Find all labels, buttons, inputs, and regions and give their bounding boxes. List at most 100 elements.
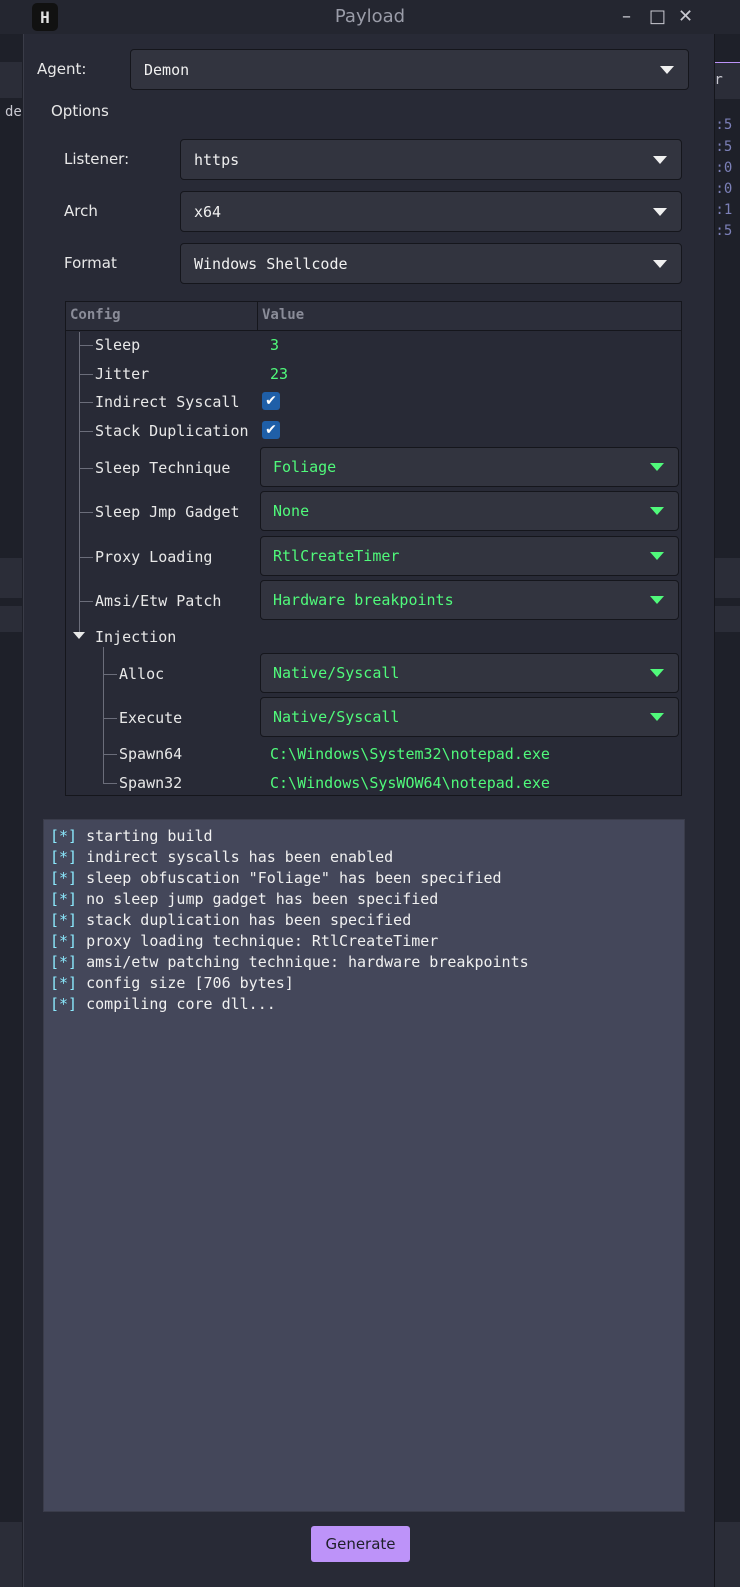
sleep-jmp-gadget-key: Sleep Jmp Gadget xyxy=(95,503,240,521)
maximize-icon[interactable]: □ xyxy=(649,6,666,27)
sleep-technique-key: Sleep Technique xyxy=(95,459,231,477)
tree-guide-line xyxy=(79,468,93,469)
background-panel-left xyxy=(0,1522,22,1587)
background-tab-left xyxy=(0,62,22,98)
log-line: [*] proxy loading technique: RtlCreateTi… xyxy=(50,931,684,952)
spawn64-key: Spawn64 xyxy=(119,745,183,763)
background-panel-left xyxy=(0,558,22,598)
sleep-technique-select[interactable]: Foliage xyxy=(260,447,679,487)
alloc-select[interactable]: Native/Syscall xyxy=(260,653,679,693)
format-label: Format xyxy=(64,254,117,272)
log-message: config size [706 bytes] xyxy=(86,974,294,992)
log-line: [*] compiling core dll... xyxy=(50,994,684,1015)
spawn32-value[interactable]: C:\Windows\SysWOW64\notepad.exe xyxy=(270,774,550,792)
format-select[interactable]: Windows Shellcode xyxy=(180,243,682,284)
tree-guide-line xyxy=(103,647,104,784)
log-tag: [*] xyxy=(50,995,78,1013)
log-line: [*] starting build xyxy=(50,826,684,847)
format-value: Windows Shellcode xyxy=(194,254,348,273)
proxy-loading-select[interactable]: RtlCreateTimer xyxy=(260,536,679,576)
listener-value: https xyxy=(194,150,240,169)
log-tag: [*] xyxy=(50,827,78,845)
tree-guide-line xyxy=(79,374,93,375)
jitter-value[interactable]: 23 xyxy=(270,365,288,383)
execute-key: Execute xyxy=(119,709,183,727)
log-line: [*] sleep obfuscation "Foliage" has been… xyxy=(50,868,684,889)
log-line: [*] config size [706 bytes] xyxy=(50,973,684,994)
log-line: [*] amsi/etw patching technique: hardwar… xyxy=(50,952,684,973)
log-line: [*] stack duplication has been specified xyxy=(50,910,684,931)
spawn64-value[interactable]: C:\Windows\System32\notepad.exe xyxy=(270,745,550,763)
alloc-value: Native/Syscall xyxy=(273,664,400,682)
chevron-down-icon xyxy=(653,155,667,164)
log-message: compiling core dll... xyxy=(86,995,276,1013)
chevron-down-icon xyxy=(650,596,664,604)
log-message: no sleep jump gadget has been specified xyxy=(86,890,439,908)
sleep-technique-value: Foliage xyxy=(273,458,337,476)
chevron-down-icon xyxy=(650,463,664,471)
tree-guide-line xyxy=(103,783,117,784)
execute-select[interactable]: Native/Syscall xyxy=(260,697,679,737)
chevron-down-icon xyxy=(653,207,667,216)
chevron-down-icon xyxy=(650,713,664,721)
chevron-down-icon xyxy=(650,669,664,677)
tree-guide-line xyxy=(79,557,93,558)
minimize-icon[interactable]: – xyxy=(622,6,631,27)
log-tag: [*] xyxy=(50,953,78,971)
background-left-text: de xyxy=(5,104,22,120)
tree-guide-line xyxy=(103,754,117,755)
log-line: [*] indirect syscalls has been enabled xyxy=(50,847,684,868)
sleep-jmp-gadget-value: None xyxy=(273,502,310,520)
agent-select[interactable]: Demon xyxy=(130,49,689,90)
tree-guide-line xyxy=(79,512,93,513)
listener-select[interactable]: https xyxy=(180,139,682,180)
proxy-loading-value: RtlCreateTimer xyxy=(273,547,400,565)
log-message: starting build xyxy=(86,827,213,845)
jitter-key: Jitter xyxy=(95,365,150,383)
log-tag: [*] xyxy=(50,848,78,866)
chevron-down-icon xyxy=(660,65,674,74)
listener-label: Listener: xyxy=(64,150,130,168)
log-message: proxy loading technique: RtlCreateTimer xyxy=(86,932,439,950)
amsi-etw-patch-key: Amsi/Etw Patch xyxy=(95,592,222,610)
tree-guide-line xyxy=(79,431,93,432)
tree-guide-line xyxy=(103,718,117,719)
close-icon[interactable]: ✕ xyxy=(678,6,693,27)
amsi-etw-patch-value: Hardware breakpoints xyxy=(273,591,454,609)
alloc-key: Alloc xyxy=(119,665,165,683)
spawn32-key: Spawn32 xyxy=(119,774,183,792)
log-message: amsi/etw patching technique: hardware br… xyxy=(86,953,529,971)
chevron-down-icon xyxy=(650,507,664,515)
stack-duplication-checkbox[interactable]: ✔ xyxy=(262,421,280,439)
amsi-etw-patch-select[interactable]: Hardware breakpoints xyxy=(260,580,679,620)
chevron-down-icon xyxy=(650,552,664,560)
agent-value: Demon xyxy=(144,60,190,79)
tree-guide-line xyxy=(79,332,80,633)
execute-value: Native/Syscall xyxy=(273,708,400,726)
arch-value: x64 xyxy=(194,202,222,221)
value-column-header[interactable]: Value xyxy=(262,307,304,323)
tree-guide-line xyxy=(79,345,93,346)
config-tree-header: Config Value xyxy=(66,302,681,331)
indirect-syscall-checkbox[interactable]: ✔ xyxy=(262,392,280,410)
sleep-value[interactable]: 3 xyxy=(270,336,279,354)
log-tag: [*] xyxy=(50,869,78,887)
expand-arrow-icon[interactable] xyxy=(73,632,85,639)
agent-label: Agent: xyxy=(37,60,87,78)
title-bar: H Payload – □ ✕ xyxy=(0,0,740,34)
log-tag: [*] xyxy=(50,974,78,992)
indirect-syscall-key: Indirect Syscall xyxy=(95,393,240,411)
proxy-loading-key: Proxy Loading xyxy=(95,548,213,566)
generate-button[interactable]: Generate xyxy=(311,1526,410,1562)
column-divider[interactable] xyxy=(257,302,258,330)
injection-key[interactable]: Injection xyxy=(95,628,176,646)
background-panel-left xyxy=(0,606,22,632)
build-log[interactable]: [*] starting build [*] indirect syscalls… xyxy=(43,819,685,1512)
stack-duplication-key: Stack Duplication xyxy=(95,422,249,440)
sleep-jmp-gadget-select[interactable]: None xyxy=(260,491,679,531)
config-column-header[interactable]: Config xyxy=(70,307,121,323)
arch-select[interactable]: x64 xyxy=(180,191,682,232)
log-message: indirect syscalls has been enabled xyxy=(86,848,394,866)
chevron-down-icon xyxy=(653,259,667,268)
config-tree[interactable]: Config Value Sleep 3 Jitter 23 Indirect … xyxy=(65,301,682,796)
